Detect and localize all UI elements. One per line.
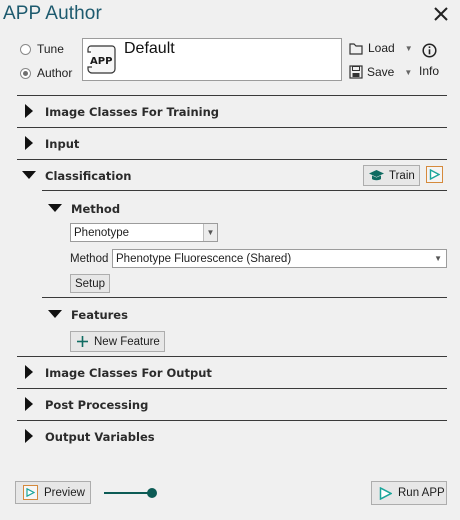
- divider: [17, 127, 447, 128]
- mode-author-option[interactable]: Author: [20, 66, 72, 80]
- collapse-features-icon[interactable]: [48, 310, 62, 318]
- section-output-variables[interactable]: Output Variables: [45, 430, 155, 444]
- tune-radio[interactable]: [20, 43, 31, 55]
- preview-slider-handle[interactable]: [147, 488, 157, 498]
- play-icon: [379, 486, 392, 500]
- divider: [17, 420, 447, 421]
- info-icon[interactable]: [422, 43, 437, 58]
- folder-icon: [349, 42, 363, 55]
- new-feature-button[interactable]: New Feature: [70, 331, 165, 352]
- method-heading: Method: [71, 202, 121, 216]
- app-scroll-icon: APP: [87, 45, 116, 74]
- load-button[interactable]: Load ▼: [349, 41, 413, 55]
- save-label: Save: [367, 65, 395, 79]
- window-title: APP Author: [3, 3, 102, 24]
- expand-output-classes-icon[interactable]: [25, 365, 33, 379]
- features-heading: Features: [71, 308, 128, 322]
- divider: [42, 190, 447, 191]
- app-icon-text: APP: [90, 56, 112, 67]
- save-button[interactable]: Save ▼: [349, 65, 412, 79]
- play-icon: [429, 169, 440, 180]
- expand-input-icon[interactable]: [25, 136, 33, 150]
- divider: [17, 95, 447, 96]
- graduation-cap-icon: [369, 170, 384, 181]
- new-feature-label: New Feature: [94, 335, 160, 348]
- load-label: Load: [368, 41, 395, 55]
- chevron-down-icon[interactable]: ▼: [434, 254, 442, 263]
- expand-output-variables-icon[interactable]: [25, 429, 33, 443]
- author-radio[interactable]: [20, 67, 31, 79]
- preview-label: Preview: [44, 486, 85, 499]
- tune-label: Tune: [37, 42, 64, 56]
- section-image-classes-output[interactable]: Image Classes For Output: [45, 366, 212, 380]
- app-name-box[interactable]: [82, 38, 342, 81]
- expand-training-icon[interactable]: [25, 104, 33, 118]
- info-label: Info: [419, 64, 440, 78]
- collapse-classification-icon[interactable]: [22, 171, 36, 179]
- setup-button[interactable]: Setup: [70, 274, 110, 293]
- divider: [17, 388, 447, 389]
- section-classification[interactable]: Classification: [45, 169, 131, 183]
- chevron-down-icon[interactable]: ▼: [203, 224, 217, 241]
- divider: [17, 356, 447, 357]
- method-label: Method: [70, 253, 109, 265]
- collapse-method-icon[interactable]: [48, 204, 62, 212]
- train-label: Train: [389, 169, 415, 182]
- divider: [17, 159, 447, 160]
- expand-post-processing-icon[interactable]: [25, 397, 33, 411]
- author-label: Author: [37, 66, 73, 80]
- setup-label: Setup: [74, 277, 106, 290]
- run-app-label: Run APP: [398, 487, 445, 499]
- app-name: Default: [124, 40, 175, 57]
- plus-icon: [77, 336, 88, 347]
- preview-button[interactable]: Preview: [15, 481, 91, 504]
- save-dropdown-icon[interactable]: ▼: [404, 68, 412, 77]
- method-type-value: Phenotype: [74, 226, 129, 239]
- save-icon: [349, 65, 363, 79]
- preview-slider-track[interactable]: [104, 492, 152, 494]
- close-icon[interactable]: [431, 4, 451, 24]
- method-select[interactable]: Phenotype Fluorescence (Shared) ▼: [112, 249, 447, 268]
- method-type-select[interactable]: Phenotype ▼: [70, 223, 218, 242]
- mode-tune-option[interactable]: Tune: [20, 42, 64, 56]
- run-app-button[interactable]: Run APP: [371, 481, 447, 505]
- section-input[interactable]: Input: [45, 137, 79, 151]
- method-value: Phenotype Fluorescence (Shared): [116, 252, 292, 265]
- section-post-processing[interactable]: Post Processing: [45, 398, 148, 412]
- play-icon: [23, 485, 38, 500]
- train-button[interactable]: Train: [363, 165, 420, 186]
- section-image-classes-training[interactable]: Image Classes For Training: [45, 105, 219, 119]
- load-dropdown-icon[interactable]: ▼: [405, 44, 413, 53]
- divider: [42, 297, 447, 298]
- classification-run-button[interactable]: [426, 166, 443, 183]
